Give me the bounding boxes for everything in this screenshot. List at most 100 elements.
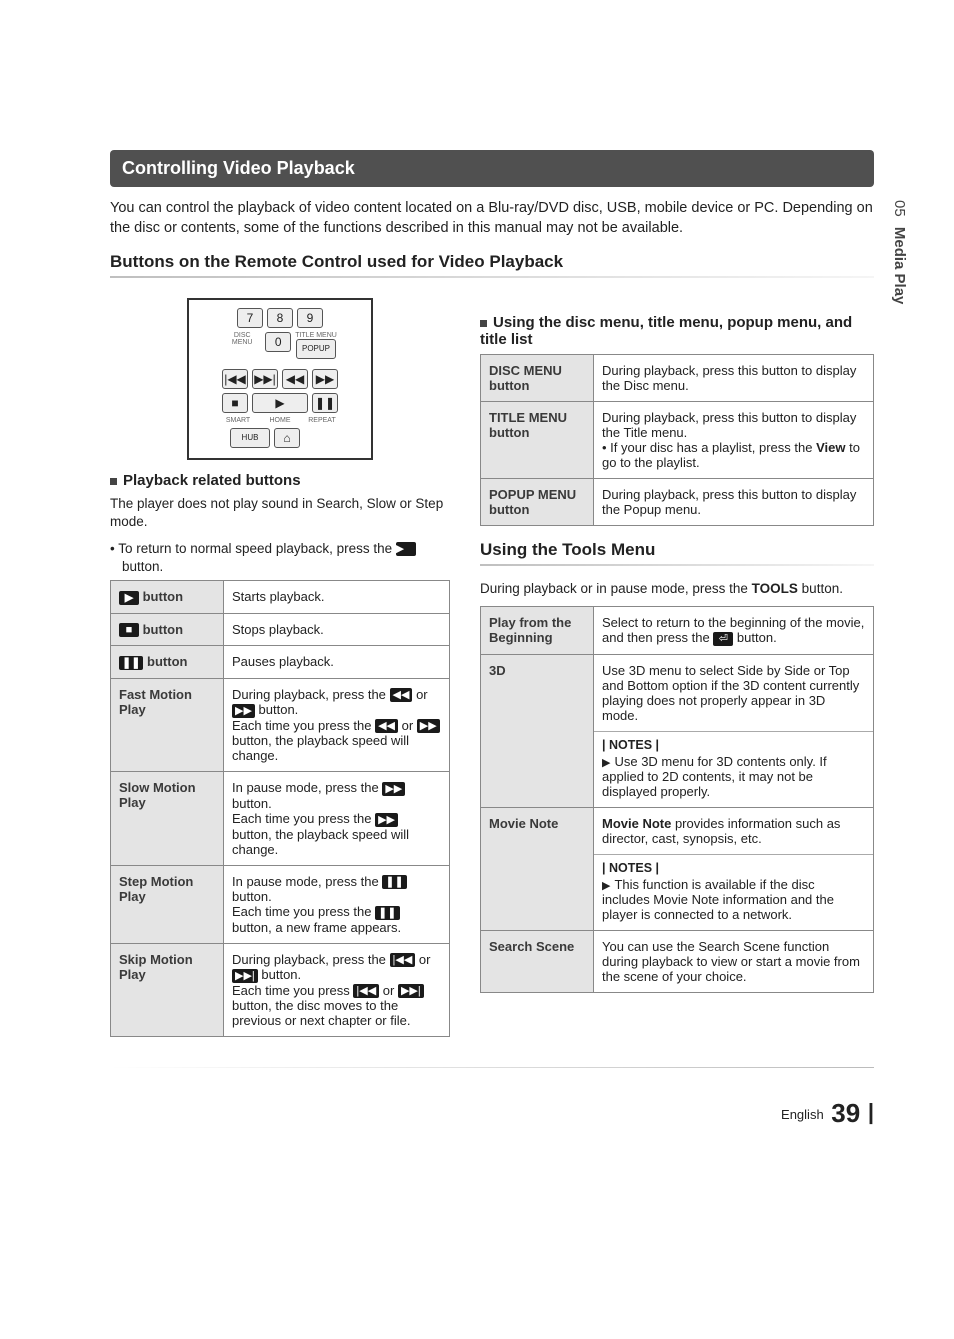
left-paragraph-1: The player does not play sound in Search… xyxy=(110,495,450,531)
row-label: Search Scene xyxy=(481,930,594,992)
notes-label: | NOTES | xyxy=(602,861,865,875)
pause-icon: ❚❚ xyxy=(119,656,143,670)
remote-key-home: ⌂ xyxy=(274,428,300,448)
row-desc: Select to return to the beginning of the… xyxy=(594,607,874,655)
pause-icon: ❚❚ xyxy=(375,906,399,920)
remote-key-hub: HUB xyxy=(230,428,270,448)
remote-key-rew: ◀◀ xyxy=(282,369,308,389)
table-row: Play from the Beginning Select to return… xyxy=(481,607,874,655)
remote-label-home: HOME xyxy=(261,417,299,424)
chapter-side-tab: 05 Media Play xyxy=(891,200,908,304)
row-desc: During playback, press this button to di… xyxy=(594,479,874,526)
skip-next-icon: ▶▶| xyxy=(232,969,258,983)
remote-heading: Buttons on the Remote Control used for V… xyxy=(110,252,874,272)
playback-related-heading: Playback related buttons xyxy=(110,472,450,489)
row-label: DISC MENU button xyxy=(481,355,594,402)
row-desc: In pause mode, press the ▶▶ button.Each … xyxy=(224,772,450,865)
row-desc: During playback, press the |◀◀ or ▶▶| bu… xyxy=(224,943,450,1037)
rewind-icon: ◀◀ xyxy=(375,719,398,733)
enter-icon: ⏎ xyxy=(713,632,733,646)
row-desc: During playback, press this button to di… xyxy=(594,355,874,402)
footer-language: English xyxy=(781,1107,824,1122)
square-bullet-icon xyxy=(480,320,487,327)
remote-key-popup: POPUP xyxy=(296,339,336,359)
ff-icon: ▶▶ xyxy=(417,719,440,733)
play-icon: ▶ xyxy=(396,542,416,556)
row-desc: Starts playback. xyxy=(224,581,450,614)
tools-heading: Using the Tools Menu xyxy=(480,540,874,560)
remote-key-play: ▶ xyxy=(252,393,308,413)
square-bullet-icon xyxy=(110,478,117,485)
menu-buttons-table: DISC MENU button During playback, press … xyxy=(480,354,874,526)
row-desc: During playback, press this button to di… xyxy=(594,402,874,479)
skip-next-icon: ▶▶| xyxy=(398,984,424,998)
row-desc: In pause mode, press the ❚❚ button.Each … xyxy=(224,865,450,943)
row-label: ❚❚ button xyxy=(111,646,224,679)
table-row: Fast Motion Play During playback, press … xyxy=(111,678,450,772)
page-number: 39 xyxy=(831,1098,860,1128)
row-desc: Stops playback. xyxy=(224,613,450,646)
remote-key-8: 8 xyxy=(267,308,293,328)
footer-rule xyxy=(110,1067,874,1068)
row-label: ■ button xyxy=(111,613,224,646)
table-row: ▶ button Starts playback. xyxy=(111,581,450,614)
note-item: ▶Use 3D menu for 3D contents only. If ap… xyxy=(602,754,865,799)
remote-label-repeat: REPEAT xyxy=(303,417,341,424)
stop-icon: ■ xyxy=(119,623,139,637)
chapter-title: Media Play xyxy=(891,227,908,305)
heading-underline xyxy=(480,564,874,566)
table-row: ■ button Stops playback. xyxy=(111,613,450,646)
playback-buttons-table: ▶ button Starts playback. ■ button Stops… xyxy=(110,580,450,1037)
remote-diagram: 7 8 9 DISC MENU 0 TITLE MENU POPUP |◀◀ ▶… xyxy=(187,298,373,460)
note-item: ▶This function is available if the disc … xyxy=(602,877,865,922)
table-row: 3D Use 3D menu to select Side by Side or… xyxy=(481,654,874,807)
play-icon: ▶ xyxy=(119,591,139,605)
rewind-icon: ◀◀ xyxy=(390,688,413,702)
remote-label-smart: SMART xyxy=(219,417,257,424)
intro-paragraph: You can control the playback of video co… xyxy=(110,199,874,238)
chapter-number: 05 xyxy=(891,200,908,217)
triangle-bullet-icon: ▶ xyxy=(602,880,610,892)
left-column: 7 8 9 DISC MENU 0 TITLE MENU POPUP |◀◀ ▶… xyxy=(110,292,450,1051)
remote-key-stop: ■ xyxy=(222,393,248,413)
row-label: Slow Motion Play xyxy=(111,772,224,865)
table-row: Search Scene You can use the Search Scen… xyxy=(481,930,874,992)
remote-key-0: 0 xyxy=(265,332,291,352)
right-column: Using the disc menu, title menu, popup m… xyxy=(480,292,874,1007)
row-label: TITLE MENU button xyxy=(481,402,594,479)
triangle-bullet-icon: ▶ xyxy=(602,757,610,769)
remote-key-9: 9 xyxy=(297,308,323,328)
row-label: POPUP MENU button xyxy=(481,479,594,526)
row-label: ▶ button xyxy=(111,581,224,614)
remote-key-ff: ▶▶ xyxy=(312,369,338,389)
footer-bar: | xyxy=(868,1099,874,1124)
section-title-bar: Controlling Video Playback xyxy=(110,150,874,187)
remote-label-title-menu: TITLE MENU xyxy=(295,332,337,339)
remote-key-next: ▶▶| xyxy=(252,369,278,389)
table-row: Step Motion Play In pause mode, press th… xyxy=(111,865,450,943)
tools-intro: During playback or in pause mode, press … xyxy=(480,580,874,598)
page-footer: English 39 | xyxy=(110,1098,874,1129)
disc-menu-heading: Using the disc menu, title menu, popup m… xyxy=(480,314,874,348)
remote-key-prev: |◀◀ xyxy=(222,369,248,389)
remote-label-disc-menu: DISC MENU xyxy=(223,332,261,359)
row-label: Step Motion Play xyxy=(111,865,224,943)
table-row: DISC MENU button During playback, press … xyxy=(481,355,874,402)
pause-icon: ❚❚ xyxy=(382,875,406,889)
row-desc: You can use the Search Scene function du… xyxy=(594,930,874,992)
heading-underline xyxy=(110,276,874,278)
ff-icon: ▶▶ xyxy=(382,782,405,796)
tools-menu-table: Play from the Beginning Select to return… xyxy=(480,606,874,993)
row-desc: Pauses playback. xyxy=(224,646,450,679)
remote-key-pause: ❚❚ xyxy=(312,393,338,413)
row-label: Play from the Beginning xyxy=(481,607,594,655)
table-row: ❚❚ button Pauses playback. xyxy=(111,646,450,679)
row-label: Fast Motion Play xyxy=(111,678,224,772)
table-row: Slow Motion Play In pause mode, press th… xyxy=(111,772,450,865)
table-row: Movie Note Movie Note provides informati… xyxy=(481,807,874,930)
row-desc: Use 3D menu to select Side by Side or To… xyxy=(594,654,874,807)
row-label: 3D xyxy=(481,654,594,807)
row-label: Movie Note xyxy=(481,807,594,930)
table-row: TITLE MENU button During playback, press… xyxy=(481,402,874,479)
notes-label: | NOTES | xyxy=(602,738,865,752)
